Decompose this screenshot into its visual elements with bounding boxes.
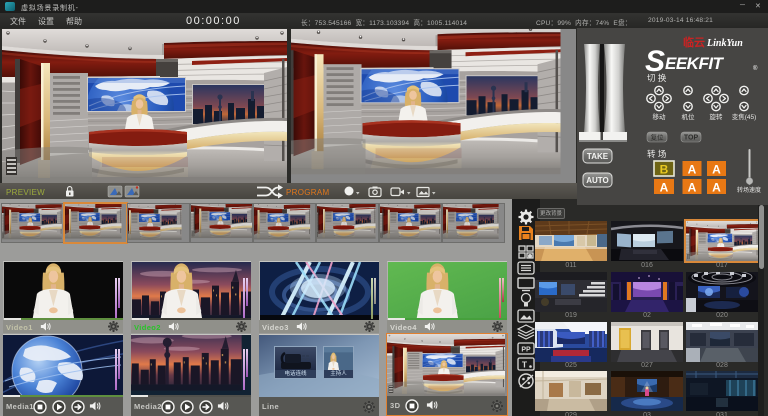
svg-text:转场速度: 转场速度	[737, 186, 761, 194]
svg-text:机位: 机位	[682, 112, 696, 121]
svg-text:切 换: 切 换	[647, 73, 667, 83]
svg-text:变焦(45): 变焦(45)	[732, 112, 757, 121]
svg-text:EEKFIT: EEKFIT	[665, 54, 725, 73]
svg-text:A: A	[712, 181, 721, 195]
svg-text:A: A	[712, 163, 721, 177]
svg-text:A: A	[688, 163, 697, 177]
svg-text:PP: PP	[521, 347, 531, 354]
svg-text:A: A	[688, 181, 697, 195]
svg-text:复位: 复位	[651, 133, 665, 142]
svg-text:®: ®	[753, 65, 758, 72]
svg-text:LinkYun: LinkYun	[706, 38, 743, 49]
svg-text:TAKE: TAKE	[587, 152, 609, 161]
svg-text:T: T	[522, 360, 528, 370]
svg-text:旋转: 旋转	[710, 112, 724, 121]
svg-text:AUTO: AUTO	[586, 176, 609, 185]
svg-text:B: B	[660, 163, 669, 177]
svg-text:A: A	[660, 181, 669, 195]
svg-text:移动: 移动	[653, 112, 667, 121]
svg-text:临云: 临云	[683, 35, 705, 49]
svg-text:转 场: 转 场	[647, 149, 666, 159]
svg-text:TOP: TOP	[684, 135, 699, 142]
